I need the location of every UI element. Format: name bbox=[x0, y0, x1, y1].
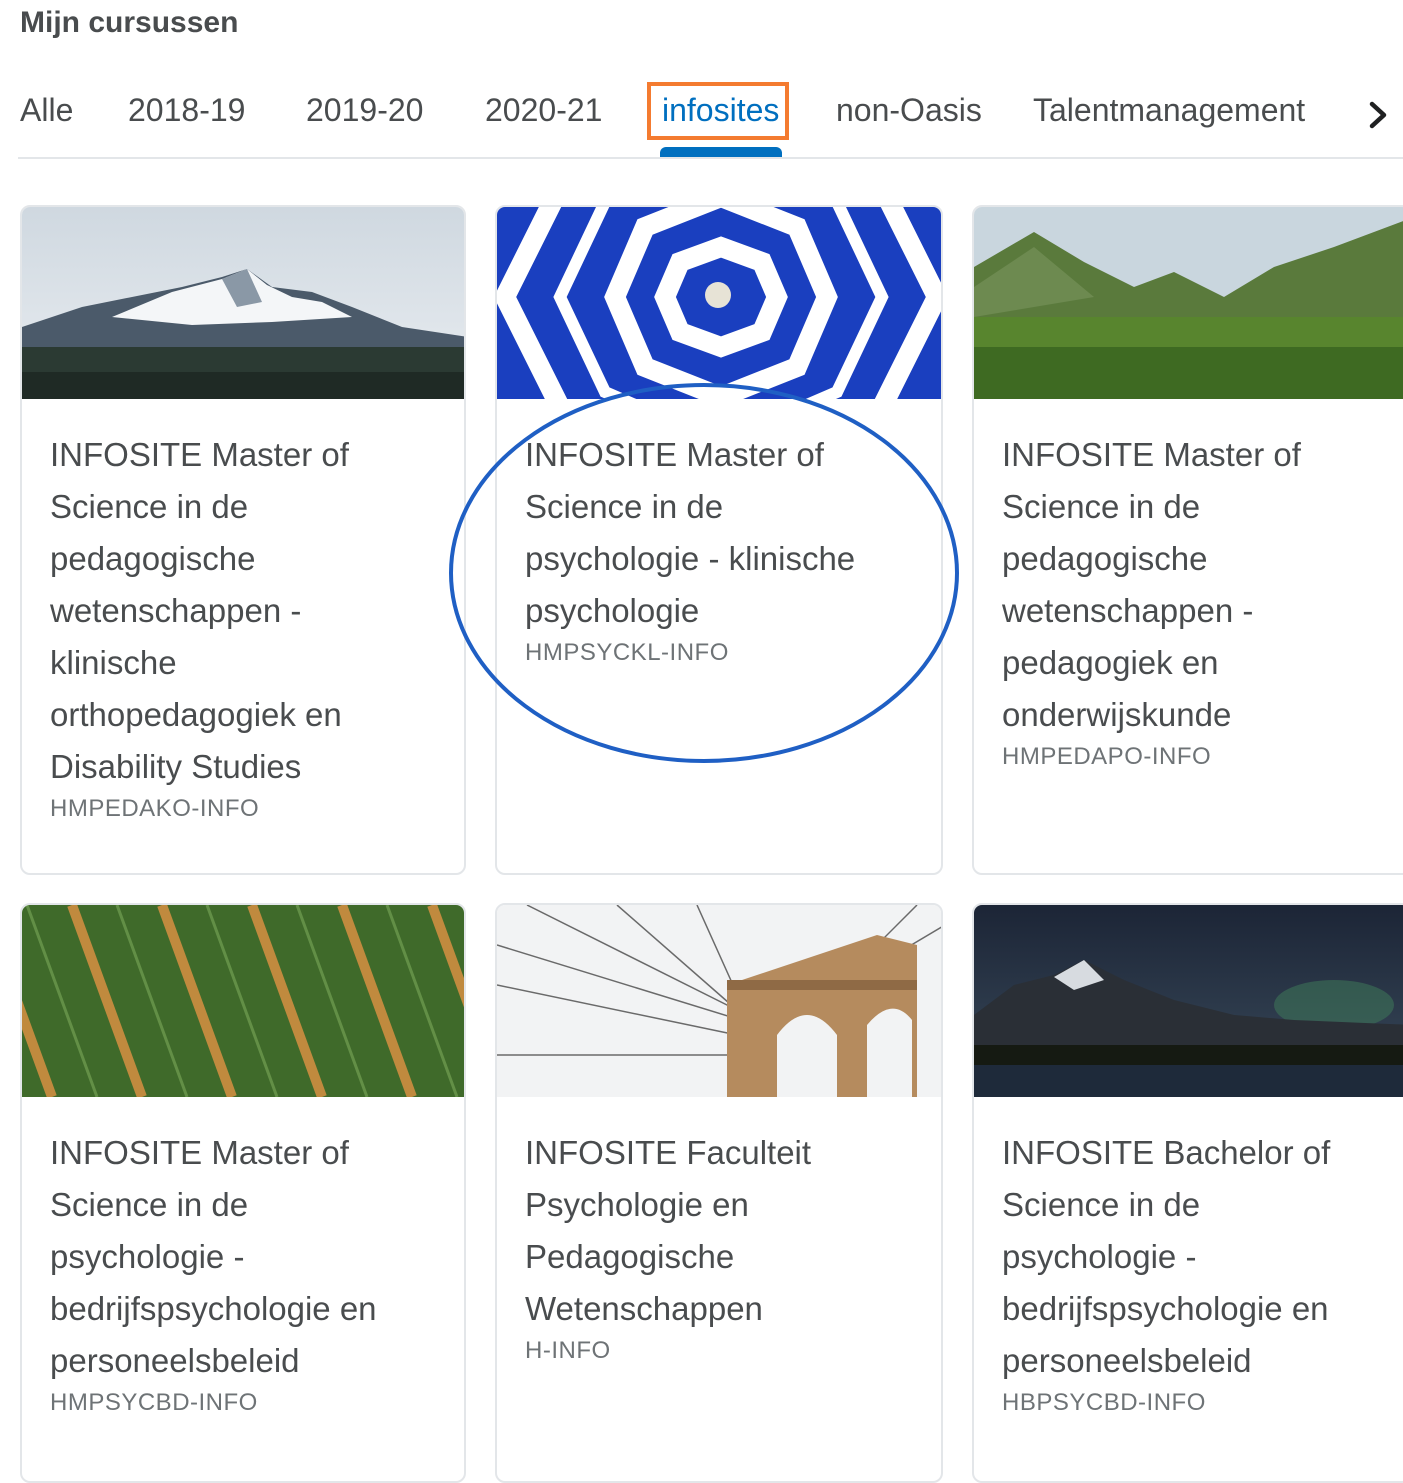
chevron-right-icon[interactable] bbox=[1364, 100, 1394, 130]
tab-alle[interactable]: Alle bbox=[20, 92, 73, 129]
tab-2018-19[interactable]: 2018-19 bbox=[128, 92, 245, 129]
course-image-night-mountain bbox=[974, 905, 1403, 1097]
course-code: H-INFO bbox=[525, 1337, 611, 1364]
course-image-crop-rows bbox=[22, 905, 464, 1097]
tab-2019-20[interactable]: 2019-20 bbox=[306, 92, 423, 129]
course-title: INFOSITE Faculteit Psychologie en Pedago… bbox=[525, 1134, 812, 1327]
course-title: INFOSITE Master of Science in de pedagog… bbox=[1002, 436, 1301, 733]
tab-2020-21[interactable]: 2020-21 bbox=[485, 92, 602, 129]
course-title: INFOSITE Bachelor of Science in de psych… bbox=[1002, 1134, 1331, 1379]
section-title: Mijn cursussen bbox=[20, 6, 239, 39]
course-card[interactable]: INFOSITE Faculteit Psychologie en Pedago… bbox=[495, 903, 943, 1483]
course-image-bridge bbox=[497, 905, 941, 1097]
tab-talentmanagement[interactable]: Talentmanagement bbox=[1033, 92, 1305, 129]
course-title: INFOSITE Master of Science in de pedagog… bbox=[50, 436, 349, 785]
course-image-green-valley bbox=[974, 207, 1403, 399]
course-card[interactable]: INFOSITE Bachelor of Science in de psych… bbox=[972, 903, 1403, 1483]
course-image-striped-umbrella bbox=[497, 207, 941, 399]
course-code: HMPEDAKO-INFO bbox=[50, 795, 260, 822]
tabs-divider bbox=[18, 157, 1403, 159]
course-title: INFOSITE Master of Science in de psychol… bbox=[50, 1134, 377, 1379]
course-card[interactable]: INFOSITE Master of Science in de pedagog… bbox=[972, 205, 1403, 875]
course-card[interactable]: INFOSITE Master of Science in de psychol… bbox=[495, 205, 943, 875]
course-image-snowy-mountain bbox=[22, 207, 464, 399]
tab-non-oasis[interactable]: non-Oasis bbox=[836, 92, 982, 129]
course-title: INFOSITE Master of Science in de psychol… bbox=[525, 436, 856, 629]
course-code: HMPSYCKL-INFO bbox=[525, 639, 729, 666]
course-code: HBPSYCBD-INFO bbox=[1002, 1389, 1206, 1416]
course-code: HMPEDAPO-INFO bbox=[1002, 743, 1212, 770]
active-tab-indicator bbox=[660, 147, 782, 157]
course-card[interactable]: INFOSITE Master of Science in de pedagog… bbox=[20, 205, 466, 875]
tab-highlight-box bbox=[647, 82, 789, 140]
course-card[interactable]: INFOSITE Master of Science in de psychol… bbox=[20, 903, 466, 1483]
course-code: HMPSYCBD-INFO bbox=[50, 1389, 258, 1416]
